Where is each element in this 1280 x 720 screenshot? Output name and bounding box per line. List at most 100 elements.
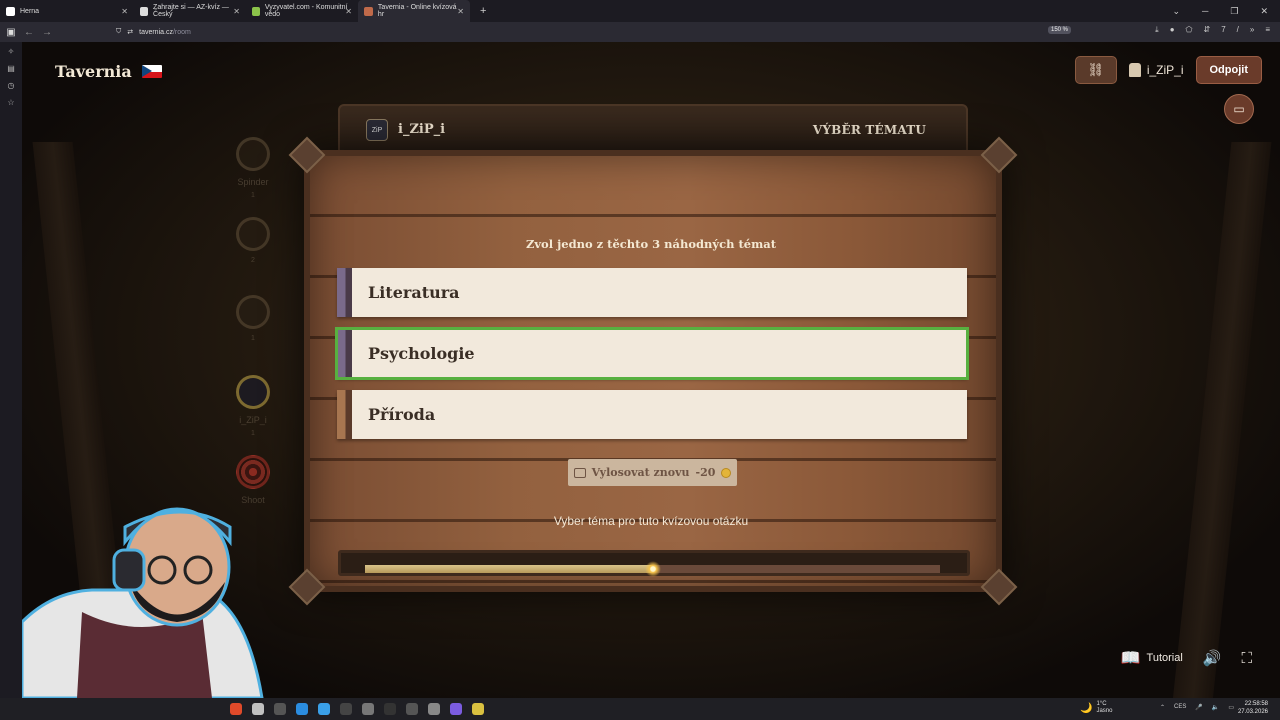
player-avatar (236, 375, 270, 409)
link-icon: ⛓ (1087, 62, 1105, 77)
firefox-icon[interactable] (230, 703, 242, 715)
reroll-icon (573, 467, 586, 478)
timer-spark-icon (644, 561, 661, 577)
topic-strip (337, 329, 352, 378)
app-icon[interactable] (428, 703, 440, 715)
player-item: 1 (232, 295, 274, 342)
taskbar-clock[interactable]: 22:58:58 27.03.2026 (1238, 700, 1268, 716)
app-icon[interactable] (274, 703, 286, 715)
browser-tab-4[interactable]: Tavernia - Online kvízová hr ✕ (358, 0, 470, 22)
sync-icon[interactable]: ⇵ (1203, 25, 1210, 35)
topic-label: Psychologie (368, 344, 475, 363)
tab-favicon-icon (6, 6, 15, 16)
app-icon[interactable] (450, 703, 462, 715)
app-icon[interactable] (472, 703, 484, 715)
browser-sidebar: ✧ ▤ ◷ ☆ (0, 42, 22, 698)
speaker-icon[interactable]: 🔈 (1212, 704, 1219, 711)
profile-icon[interactable]: ● (1170, 25, 1175, 35)
tab-label: Tavernia - Online kvízová hr (377, 4, 457, 18)
tab-close-icon[interactable]: ✕ (345, 7, 352, 16)
ai-icon[interactable]: ✧ (8, 47, 15, 56)
player-score: 1 (251, 192, 255, 199)
topic-option-psychologie[interactable]: Psychologie (335, 327, 969, 380)
topic-prompt: Zvol jedno z těchto 3 náhodných témat (525, 237, 777, 251)
extensions-icon[interactable]: ⬠ (1186, 25, 1193, 35)
topic-strip (337, 390, 352, 439)
history-icon[interactable]: ◷ (8, 81, 15, 90)
topic-label: Příroda (368, 405, 436, 424)
minimize-icon[interactable]: ─ (1202, 6, 1208, 16)
game-page: Tavernia ⛓ i_ZiP_i Odpojit ▭ Spinder 1 2… (22, 42, 1280, 698)
pen-icon[interactable]: / (1237, 25, 1239, 35)
zoom-indicator[interactable]: 150 % (1048, 26, 1072, 34)
translate-icon[interactable]: 7 (1221, 25, 1225, 35)
url-host: tavernia.cz (139, 28, 173, 36)
mic-icon[interactable]: 🎤 (1195, 704, 1202, 711)
tab-list-icon[interactable]: ⌄ (1172, 6, 1180, 17)
back-icon[interactable]: ← (20, 27, 38, 38)
app-icon[interactable] (406, 703, 418, 715)
weather-widget[interactable]: 🌙 1°C Jasno (1080, 701, 1112, 715)
app-icon[interactable] (384, 703, 396, 715)
chat-button[interactable]: ▭ (1224, 94, 1254, 124)
coin-icon (721, 467, 732, 478)
browser-tab-1[interactable]: Herna ✕ (0, 0, 134, 22)
user-avatar-icon (1128, 63, 1141, 77)
clock-date: 27.03.2026 (1237, 709, 1268, 715)
tab-favicon-icon (364, 6, 373, 16)
header-actions: ⛓ i_ZiP_i Odpojit (1074, 56, 1280, 84)
app-icon[interactable] (362, 703, 374, 715)
brand[interactable]: Tavernia (55, 62, 162, 81)
close-window-icon[interactable]: ✕ (1260, 6, 1268, 17)
edge-icon[interactable] (296, 703, 308, 715)
maximize-icon[interactable]: ❐ (1230, 6, 1238, 17)
moon-icon: 🌙 (1080, 702, 1093, 714)
shield-icon[interactable]: ⛉ (116, 28, 121, 36)
new-tab-icon[interactable]: + (480, 5, 486, 17)
sidebar-toggle-icon[interactable]: ▣ (2, 27, 20, 38)
reroll-button[interactable]: Vylosovat znovu -20 (568, 459, 737, 486)
czech-flag-icon (141, 65, 162, 78)
url-path: /room (172, 28, 191, 36)
topic-option-literatura[interactable]: Literatura (337, 268, 967, 317)
network-icon[interactable]: ▭ (1228, 704, 1234, 711)
browser-tab-2[interactable]: Zahrajte si — AZ-kvíz — Český ✕ (134, 0, 246, 22)
system-tray: ⌃ CES 🎤 🔈 ▭ (1160, 704, 1234, 711)
footer-controls: 📖 Tutorial 🔊 ⛶ (1121, 648, 1252, 668)
language-indicator[interactable]: CES (1174, 704, 1186, 711)
board-corner (980, 568, 1018, 606)
os-taskbar: 🌙 1°C Jasno ⌃ CES 🎤 🔈 ▭ 22:58:58 27.03.20… (0, 698, 1280, 720)
tutorial-button[interactable]: 📖 Tutorial (1121, 648, 1183, 668)
player-avatar: ZiP (366, 119, 388, 141)
volume-icon[interactable]: 🔊 (1203, 649, 1222, 667)
download-icon[interactable]: ⤓ (1155, 25, 1159, 35)
library-icon[interactable]: ▤ (7, 64, 15, 73)
menu-icon[interactable]: ≡ (1265, 25, 1270, 35)
copy-link-button[interactable]: ⛓ (1074, 56, 1117, 84)
url-bar[interactable]: ⛉ ⇄ tavernia.cz/room (116, 25, 1076, 39)
fullscreen-icon[interactable]: ⛶ (1241, 650, 1252, 667)
tab-label: Zahrajte si — AZ-kvíz — Český (153, 4, 229, 18)
streamer-avatar-overlay (22, 507, 264, 698)
tab-close-icon[interactable]: ✕ (121, 7, 128, 16)
overflow-icon[interactable]: » (1250, 25, 1254, 35)
tab-close-icon[interactable]: ✕ (233, 7, 240, 16)
active-player-name: i_ZiP_i (398, 122, 446, 137)
bookmarks-icon[interactable]: ☆ (7, 98, 14, 107)
site-info-icon[interactable]: ⇄ (127, 28, 133, 36)
app-icon[interactable] (318, 703, 330, 715)
app-icon[interactable] (252, 703, 264, 715)
browser-tab-3[interactable]: Vyzyvatel.com - Komunitní vědo ✕ (246, 0, 358, 22)
app-icon[interactable] (340, 703, 352, 715)
player-name: Spinder (237, 177, 269, 187)
tray-arrow-icon[interactable]: ⌃ (1160, 704, 1165, 711)
tutorial-label: Tutorial (1146, 652, 1183, 664)
leave-button[interactable]: Odpojit (1195, 56, 1262, 84)
tab-close-icon[interactable]: ✕ (457, 7, 464, 16)
current-user-name: i_ZiP_i (1146, 63, 1184, 77)
browser-nav-bar: ▣ ← → ⛉ ⇄ tavernia.cz/room 150 % ⤓ ● ⬠ ⇵… (0, 22, 1280, 42)
current-user: i_ZiP_i (1128, 63, 1184, 77)
topic-option-priroda[interactable]: Příroda (337, 390, 967, 439)
forward-icon[interactable]: → (38, 27, 56, 38)
player-score: 2 (251, 257, 255, 264)
